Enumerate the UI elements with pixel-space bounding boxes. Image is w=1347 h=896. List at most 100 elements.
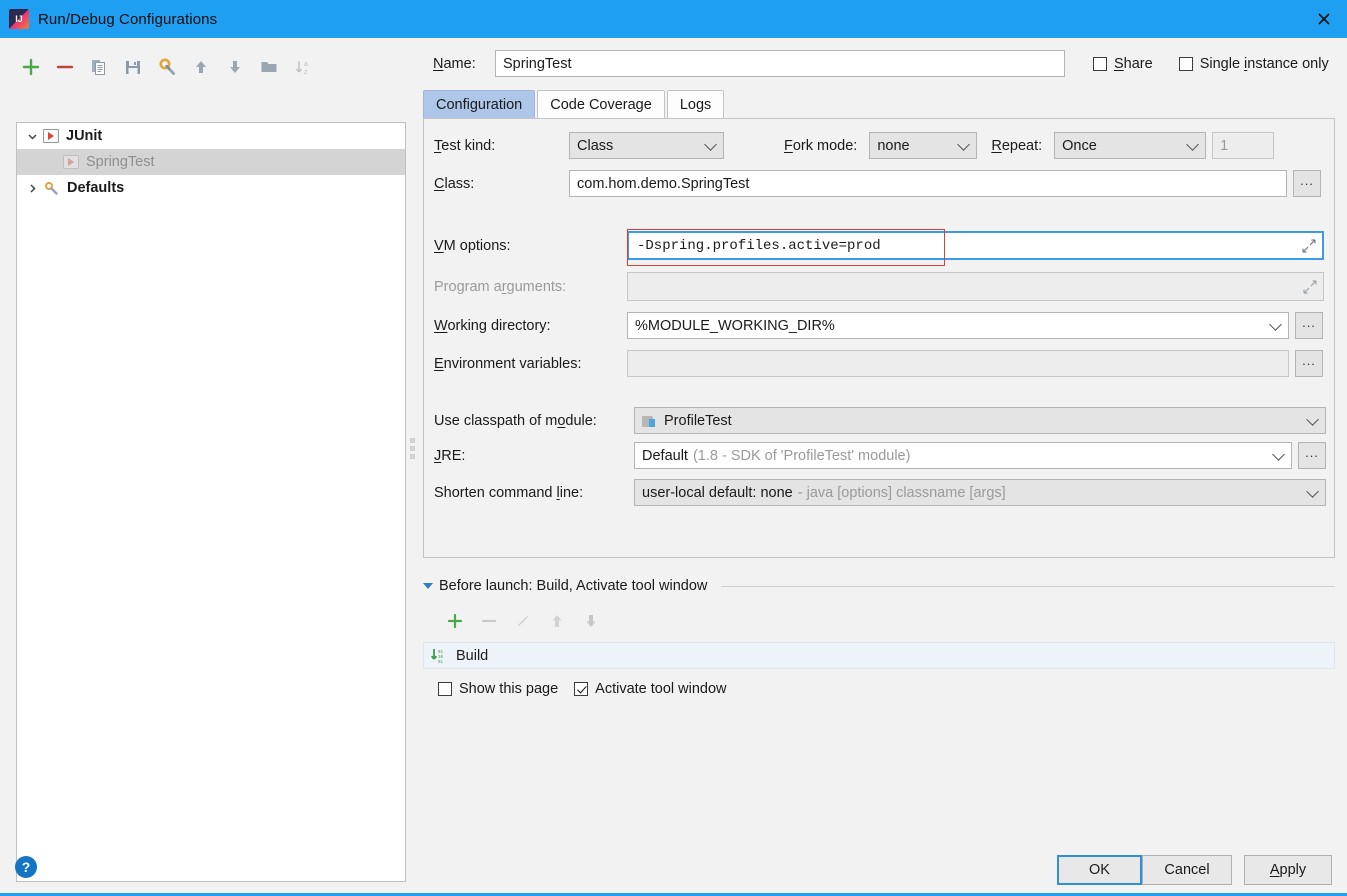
- program-arguments-input[interactable]: [627, 272, 1324, 301]
- chevron-down-icon: [1269, 317, 1282, 331]
- chevron-right-icon[interactable]: [21, 183, 43, 194]
- share-options: Share Single instance only: [1093, 50, 1329, 77]
- program-arguments-row: Program arguments:: [434, 272, 1326, 301]
- apply-label-rest: pply: [1279, 862, 1307, 878]
- help-question-icon[interactable]: ?: [15, 856, 37, 878]
- working-directory-label: Working directory:: [434, 317, 551, 334]
- shorten-command-line-row: Shorten command line: user-local default…: [434, 479, 1326, 506]
- use-classpath-of-module-value: ProfileTest: [664, 412, 732, 429]
- use-classpath-of-module-label: Use classpath of module:: [434, 412, 597, 429]
- triangle-down-icon[interactable]: [423, 583, 433, 589]
- shorten-command-line-value-hint: - java [options] classname [args]: [797, 484, 1006, 501]
- panel-splitter[interactable]: [408, 38, 418, 848]
- junit-run-icon: [43, 129, 59, 143]
- configuration-editor-panel: Name: Share Single instance only Configu…: [418, 38, 1347, 848]
- configurations-panel: a z JUnit SpringTest Defaults: [0, 38, 408, 882]
- before-launch-toolbar: [438, 606, 608, 636]
- chevron-down-icon[interactable]: [21, 131, 43, 142]
- name-input[interactable]: [495, 50, 1065, 77]
- checkbox-box[interactable]: [438, 682, 452, 696]
- edit-task-button[interactable]: [506, 606, 540, 636]
- tab-logs[interactable]: Logs: [666, 90, 725, 118]
- cancel-button[interactable]: Cancel: [1142, 855, 1232, 885]
- save-configuration-button[interactable]: [116, 51, 150, 83]
- environment-variables-browse-button[interactable]: ...: [1295, 350, 1323, 377]
- before-launch-task-build[interactable]: 01 10 01 Build: [423, 642, 1335, 669]
- test-kind-select[interactable]: Class: [569, 132, 724, 159]
- remove-configuration-button[interactable]: [48, 51, 82, 83]
- section-divider: [721, 585, 1335, 587]
- build-compile-icon: 01 10 01: [430, 648, 448, 665]
- working-directory-value: %MODULE_WORKING_DIR%: [635, 317, 835, 334]
- shorten-command-line-select[interactable]: user-local default: none - java [options…: [634, 479, 1326, 506]
- chevron-down-icon: [704, 137, 717, 151]
- environment-variables-input[interactable]: [627, 350, 1289, 377]
- use-classpath-of-module-select[interactable]: ProfileTest: [634, 407, 1326, 434]
- tree-item-label: JUnit: [66, 128, 103, 144]
- tab-code-coverage[interactable]: Code Coverage: [537, 90, 665, 118]
- task-label: Build: [456, 647, 489, 664]
- class-input[interactable]: [569, 170, 1287, 197]
- dialog-footer: ? OK Cancel Apply: [0, 848, 1347, 896]
- apply-button[interactable]: Apply: [1244, 855, 1332, 885]
- tree-item-junit[interactable]: JUnit: [17, 123, 405, 149]
- before-launch-header[interactable]: Before launch: Build, Activate tool wind…: [423, 578, 1335, 594]
- jre-value: Default: [642, 447, 688, 464]
- share-checkbox[interactable]: Share: [1093, 56, 1153, 72]
- working-directory-select[interactable]: %MODULE_WORKING_DIR%: [627, 312, 1289, 339]
- jre-value-hint: (1.8 - SDK of 'ProfileTest' module): [692, 447, 911, 464]
- copy-configuration-button[interactable]: [82, 51, 116, 83]
- vm-options-row: VM options: -Dspring.profiles.active=pro…: [434, 229, 1326, 266]
- ok-button[interactable]: OK: [1057, 855, 1142, 885]
- checkbox-box[interactable]: [574, 682, 589, 696]
- vm-options-input[interactable]: -Dspring.profiles.active=prod: [627, 229, 1324, 266]
- add-task-button[interactable]: [438, 606, 472, 636]
- repeat-value: Once: [1062, 137, 1097, 154]
- working-directory-browse-button[interactable]: ...: [1295, 312, 1323, 339]
- expand-icon[interactable]: [1303, 279, 1317, 294]
- shorten-command-line-value: user-local default: none: [642, 484, 793, 501]
- task-move-up-button[interactable]: [540, 606, 574, 636]
- before-launch-title: Before launch: Build, Activate tool wind…: [439, 578, 708, 594]
- svg-text:z: z: [304, 69, 308, 76]
- task-move-down-button[interactable]: [574, 606, 608, 636]
- checkbox-box[interactable]: [1178, 56, 1193, 71]
- edit-defaults-button[interactable]: [150, 51, 184, 83]
- class-label: Class:: [434, 175, 475, 192]
- tab-label: Code Coverage: [550, 96, 652, 113]
- add-configuration-button[interactable]: [14, 51, 48, 83]
- vm-options-value: -Dspring.profiles.active=prod: [637, 237, 881, 254]
- working-directory-row: Working directory: %MODULE_WORKING_DIR% …: [434, 312, 1326, 339]
- environment-variables-row: Environment variables: ...: [434, 350, 1326, 377]
- fork-mode-value: none: [877, 137, 910, 154]
- chevron-down-icon: [1306, 412, 1319, 426]
- tree-item-defaults[interactable]: Defaults: [17, 175, 405, 201]
- repeat-count-input[interactable]: [1212, 132, 1275, 159]
- expand-icon[interactable]: [1302, 238, 1316, 253]
- tree-item-springtest[interactable]: SpringTest: [17, 149, 405, 175]
- move-up-button[interactable]: [184, 51, 218, 83]
- new-folder-button[interactable]: [252, 51, 286, 83]
- move-down-button[interactable]: [218, 51, 252, 83]
- remove-task-button[interactable]: [472, 606, 506, 636]
- close-icon[interactable]: [1301, 0, 1347, 38]
- tab-configuration[interactable]: Configuration: [423, 90, 536, 118]
- checkbox-box[interactable]: [1093, 56, 1107, 71]
- configuration-form: Test kind: Class Fork mode: none Repeat:…: [423, 118, 1335, 558]
- class-row: Class: ...: [434, 170, 1326, 197]
- use-classpath-of-module-row: Use classpath of module: ProfileTest: [434, 407, 1326, 434]
- sort-alphabetically-icon[interactable]: a z: [286, 51, 320, 83]
- program-arguments-label: Program arguments:: [434, 278, 567, 295]
- module-icon: [642, 414, 657, 428]
- splitter-handle[interactable]: [410, 438, 415, 459]
- activate-tool-window-checkbox[interactable]: Activate tool window: [574, 681, 727, 697]
- jre-browse-button[interactable]: ...: [1298, 442, 1326, 469]
- single-instance-only-checkbox[interactable]: Single instance only: [1178, 56, 1329, 72]
- show-this-page-checkbox[interactable]: Show this page: [438, 681, 558, 697]
- configurations-tree[interactable]: JUnit SpringTest Defaults: [16, 122, 406, 882]
- repeat-select[interactable]: Once: [1054, 132, 1207, 159]
- svg-text:a: a: [304, 61, 308, 68]
- class-browse-button[interactable]: ...: [1293, 170, 1321, 197]
- jre-select[interactable]: Default (1.8 - SDK of 'ProfileTest' modu…: [634, 442, 1292, 469]
- fork-mode-select[interactable]: none: [869, 132, 978, 159]
